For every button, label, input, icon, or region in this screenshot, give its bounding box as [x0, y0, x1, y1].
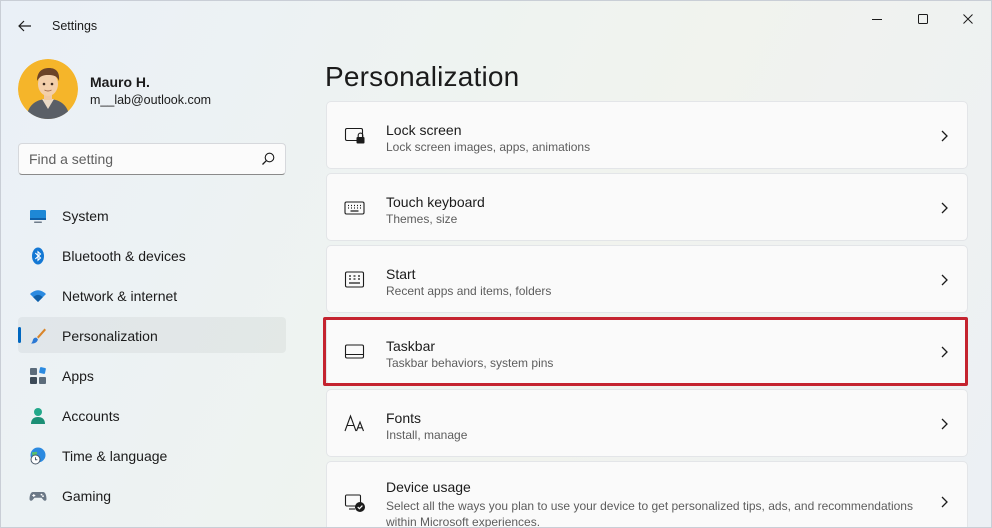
settings-window: Settings Mauro H. m__lab@outlook.com Fin…: [0, 0, 992, 528]
sidebar-item-time-language[interactable]: Time & language: [18, 437, 286, 473]
card-title: Touch keyboard: [386, 194, 485, 210]
globe-clock-icon: [30, 447, 46, 465]
bluetooth-icon: [32, 247, 44, 265]
card-subtitle: Install, manage: [386, 428, 468, 442]
sidebar-item-label: Bluetooth & devices: [62, 248, 186, 264]
card-title: Fonts: [386, 410, 422, 426]
chevron-right-icon: [941, 496, 948, 508]
page-title: Personalization: [325, 61, 520, 92]
wifi-icon: [30, 290, 46, 302]
card-subtitle: Taskbar behaviors, system pins: [386, 356, 554, 370]
user-email: m__lab@outlook.com: [90, 93, 212, 107]
sidebar-item-label: System: [62, 208, 109, 224]
gamepad-icon: [29, 492, 47, 501]
sidebar-item-gaming[interactable]: Gaming: [18, 477, 286, 513]
sidebar-nav: System Bluetooth & devices Network & int…: [18, 197, 286, 517]
fonts-icon: [344, 414, 365, 432]
close-icon: [963, 14, 973, 24]
sidebar-item-personalization[interactable]: Personalization: [18, 317, 286, 353]
sidebar-item-label: Accounts: [62, 408, 120, 424]
card-title: Lock screen: [386, 122, 462, 138]
chevron-right-icon: [941, 130, 948, 142]
chevron-right-icon: [941, 274, 948, 286]
search-box: [18, 143, 286, 175]
sidebar-item-label: Personalization: [62, 328, 158, 344]
monitor-icon: [30, 210, 46, 223]
setting-card-touch-keyboard[interactable]: Touch keyboard Themes, size: [326, 173, 968, 241]
sidebar-item-accounts[interactable]: Accounts: [18, 397, 286, 433]
card-subtitle: Recent apps and items, folders: [386, 284, 552, 298]
maximize-icon: [918, 14, 928, 24]
close-button[interactable]: [945, 5, 991, 33]
card-subtitle: Select all the ways you plan to use your…: [386, 499, 913, 528]
card-title: Taskbar: [386, 338, 436, 354]
person-icon: [31, 408, 45, 424]
lock-screen-icon: [344, 127, 365, 144]
chevron-right-icon: [941, 346, 948, 358]
minimize-button[interactable]: [854, 5, 900, 33]
apps-icon: [30, 367, 46, 384]
maximize-button[interactable]: [900, 5, 946, 33]
user-name: Mauro H.: [90, 74, 150, 90]
setting-card-fonts[interactable]: Fonts Install, manage: [326, 389, 968, 457]
search-icon[interactable]: [261, 152, 275, 166]
card-subtitle: Themes, size: [386, 212, 458, 226]
setting-card-device-usage[interactable]: Device usage Select all the ways you pla…: [326, 461, 968, 528]
card-title: Device usage: [386, 479, 471, 495]
avatar[interactable]: [18, 59, 78, 119]
brush-icon: [31, 328, 46, 344]
sidebar-item-label: Gaming: [62, 488, 112, 504]
sidebar-item-label: Apps: [62, 368, 94, 384]
setting-card-lock-screen[interactable]: Lock screen Lock screen images, apps, an…: [326, 101, 968, 169]
sidebar-item-apps[interactable]: Apps: [18, 357, 286, 393]
user-avatar-icon: [18, 59, 78, 119]
card-subtitle: Lock screen images, apps, animations: [386, 140, 591, 154]
sidebar-item-label: Network & internet: [62, 288, 178, 304]
keyboard-icon: [344, 201, 365, 215]
sidebar-item-network[interactable]: Network & internet: [18, 277, 286, 313]
minimize-icon: [872, 19, 882, 20]
card-title: Start: [386, 266, 416, 282]
setting-card-start[interactable]: Start Recent apps and items, folders: [326, 245, 968, 313]
sidebar-item-label: Time & language: [62, 448, 168, 464]
back-button[interactable]: [13, 14, 37, 38]
chevron-right-icon: [941, 202, 948, 214]
settings-list: Lock screen Lock screen images, apps, an…: [326, 101, 968, 528]
chevron-right-icon: [941, 418, 948, 430]
title-bar: Settings: [1, 1, 991, 47]
taskbar-icon: [344, 344, 365, 359]
sidebar-item-bluetooth[interactable]: Bluetooth & devices: [18, 237, 286, 273]
start-icon: [344, 271, 365, 288]
device-usage-icon: [344, 494, 365, 512]
setting-card-taskbar[interactable]: Taskbar Taskbar behaviors, system pins: [326, 317, 968, 385]
sidebar-item-system[interactable]: System: [18, 197, 286, 233]
search-input[interactable]: [19, 144, 255, 174]
back-arrow-icon: [18, 20, 31, 32]
app-title: Settings: [52, 19, 98, 33]
